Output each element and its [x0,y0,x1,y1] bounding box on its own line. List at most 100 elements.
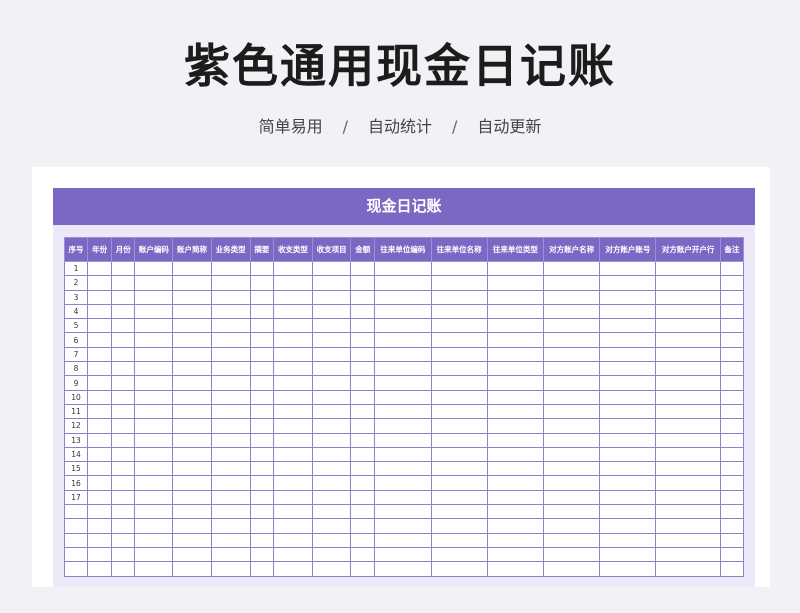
table-cell[interactable] [312,504,352,520]
table-cell[interactable] [87,446,113,463]
table-cell[interactable] [374,446,432,463]
table-cell[interactable] [719,375,745,391]
table-cell[interactable] [486,561,544,577]
table-cell[interactable] [134,461,174,477]
table-cell[interactable] [430,518,488,534]
table-cell[interactable] [719,318,745,334]
row-number-cell[interactable]: 13 [63,432,89,448]
table-cell[interactable] [542,260,601,277]
table-cell[interactable] [430,275,488,291]
table-cell[interactable] [134,546,174,563]
table-cell[interactable] [249,518,274,534]
table-cell[interactable] [134,260,174,277]
table-cell[interactable] [719,361,745,377]
table-cell[interactable] [272,518,314,534]
table-cell[interactable] [134,561,174,577]
table-cell[interactable] [655,289,721,305]
table-cell[interactable] [249,504,274,520]
table-cell[interactable] [655,275,721,291]
table-cell[interactable] [430,289,488,305]
table-cell[interactable] [374,275,432,291]
table-cell[interactable] [542,489,601,506]
table-cell[interactable] [542,461,601,477]
table-cell[interactable] [134,275,174,291]
table-cell[interactable] [350,303,376,320]
table-cell[interactable] [312,275,352,291]
table-cell[interactable] [374,403,432,420]
table-cell[interactable] [134,361,174,377]
table-cell[interactable] [542,361,601,377]
table-cell[interactable] [655,461,721,477]
table-cell[interactable] [350,375,376,391]
table-cell[interactable] [87,260,113,277]
table-cell[interactable] [111,475,136,491]
table-cell[interactable] [374,518,432,534]
table-cell[interactable] [486,260,544,277]
table-cell[interactable] [599,346,657,363]
table-cell[interactable] [210,289,251,305]
table-cell[interactable] [599,318,657,334]
table-cell[interactable] [719,346,745,363]
table-cell[interactable] [249,475,274,491]
table-cell[interactable] [312,346,352,363]
table-cell[interactable] [599,461,657,477]
table-cell[interactable] [374,418,432,434]
table-cell[interactable] [134,375,174,391]
table-cell[interactable] [249,361,274,377]
table-cell[interactable] [350,518,376,534]
table-cell[interactable] [599,289,657,305]
table-cell[interactable] [111,303,136,320]
table-cell[interactable] [599,418,657,434]
table-cell[interactable] [542,289,601,305]
table-cell[interactable] [719,275,745,291]
row-number-cell[interactable]: 4 [63,303,89,320]
table-cell[interactable] [374,303,432,320]
table-cell[interactable] [542,418,601,434]
table-cell[interactable] [172,303,212,320]
table-cell[interactable] [542,346,601,363]
table-cell[interactable] [210,489,251,506]
table-cell[interactable] [599,375,657,391]
table-cell[interactable] [272,275,314,291]
table-cell[interactable] [719,546,745,563]
table-cell[interactable] [249,375,274,391]
table-cell[interactable] [111,389,136,405]
table-cell[interactable] [172,389,212,405]
table-cell[interactable] [350,432,376,448]
table-cell[interactable] [719,432,745,448]
table-cell[interactable] [172,418,212,434]
table-cell[interactable] [272,332,314,348]
table-cell[interactable] [172,446,212,463]
table-cell[interactable] [599,546,657,563]
table-cell[interactable] [111,260,136,277]
table-cell[interactable] [350,475,376,491]
table-cell[interactable] [134,389,174,405]
table-cell[interactable] [719,260,745,277]
table-cell[interactable] [249,461,274,477]
table-cell[interactable] [486,446,544,463]
table-cell[interactable] [272,389,314,405]
row-number-cell[interactable]: 16 [63,475,89,491]
table-cell[interactable] [272,260,314,277]
row-number-cell[interactable]: 11 [63,403,89,420]
table-cell[interactable] [599,361,657,377]
table-cell[interactable] [719,418,745,434]
table-cell[interactable] [111,518,136,534]
table-cell[interactable] [312,518,352,534]
table-cell[interactable] [599,489,657,506]
table-cell[interactable] [312,561,352,577]
table-cell[interactable] [486,461,544,477]
table-cell[interactable] [272,432,314,448]
table-cell[interactable] [430,546,488,563]
table-cell[interactable] [210,446,251,463]
table-cell[interactable] [210,532,251,548]
table-cell[interactable] [87,475,113,491]
table-cell[interactable] [210,389,251,405]
table-cell[interactable] [655,446,721,463]
table-cell[interactable] [249,446,274,463]
table-cell[interactable] [172,289,212,305]
table-cell[interactable] [249,260,274,277]
table-cell[interactable] [374,475,432,491]
table-cell[interactable] [655,389,721,405]
table-cell[interactable] [486,375,544,391]
